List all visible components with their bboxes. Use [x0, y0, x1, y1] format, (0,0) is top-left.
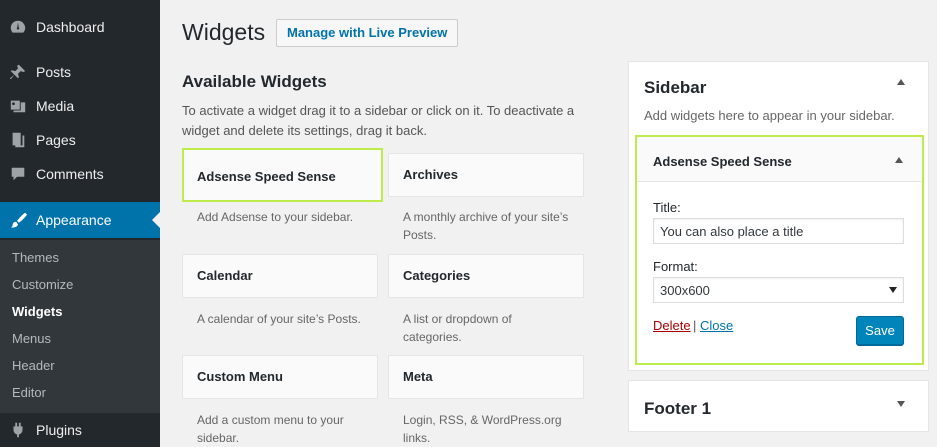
paintbrush-icon	[9, 211, 27, 229]
title-input[interactable]	[653, 218, 904, 244]
link-separator: |	[693, 318, 697, 333]
collapse-arrow-icon[interactable]	[897, 79, 905, 85]
plugin-icon	[9, 421, 27, 439]
widget-description: Login, RSS, & WordPress.org links.	[403, 413, 562, 445]
delete-link[interactable]: Delete	[653, 318, 691, 333]
expand-arrow-icon[interactable]	[897, 401, 905, 407]
widget-meta[interactable]: Meta	[388, 355, 584, 399]
widget-adsense-speed-sense[interactable]: Adsense Speed Sense	[182, 148, 383, 202]
appearance-submenu: Themes Customize Widgets Menus Header Ed…	[0, 240, 160, 413]
submenu-item-customize[interactable]: Customize	[12, 277, 73, 292]
adsense-widget-panel: Adsense Speed Sense Title: Format: 300x6…	[635, 135, 924, 365]
format-select[interactable]: 300x600	[653, 277, 904, 303]
widget-description: Add Adsense to your sidebar.	[197, 210, 354, 224]
menu-label: Appearance	[36, 212, 112, 228]
page-title: Widgets	[182, 19, 266, 45]
format-selected-value: 300x600	[660, 282, 710, 298]
admin-menu: Dashboard Posts Media Pages Comments App…	[0, 0, 160, 447]
comment-icon	[9, 165, 27, 183]
close-link[interactable]: Close	[700, 318, 733, 333]
menu-label: Pages	[36, 132, 76, 148]
sidebar-area-title[interactable]: Sidebar	[644, 78, 706, 98]
submenu-item-editor[interactable]: Editor	[12, 385, 46, 400]
widget-panel-title: Adsense Speed Sense	[653, 154, 792, 169]
available-widgets-title: Available Widgets	[182, 72, 327, 91]
sidebar-widget-area: Sidebar Add widgets here to appear in yo…	[628, 61, 929, 371]
menu-item-appearance[interactable]: Appearance	[0, 202, 160, 238]
menu-item-posts[interactable]: Posts	[0, 55, 160, 89]
media-icon	[9, 97, 27, 115]
widget-archives[interactable]: Archives	[388, 153, 584, 197]
menu-label: Posts	[36, 64, 72, 80]
sidebar-area-description: Add widgets here to appear in your sideb…	[644, 108, 895, 123]
save-button[interactable]: Save	[856, 316, 904, 345]
pages-icon	[9, 131, 27, 149]
pin-icon	[9, 63, 27, 81]
available-widgets-description: To activate a widget drag it to a sideba…	[182, 103, 575, 138]
title-field-label: Title:	[653, 200, 681, 215]
menu-item-media[interactable]: Media	[0, 89, 160, 123]
widget-custom-menu[interactable]: Custom Menu	[182, 355, 378, 399]
dropdown-arrow-icon	[889, 287, 897, 293]
footer-area-title: Footer 1	[644, 399, 712, 418]
submenu-item-widgets[interactable]: Widgets	[12, 304, 62, 319]
dashboard-icon	[9, 18, 27, 36]
menu-label: Comments	[36, 166, 104, 182]
menu-item-comments[interactable]: Comments	[0, 157, 160, 191]
widget-categories[interactable]: Categories	[388, 254, 584, 298]
widget-description: A calendar of your site’s Posts.	[197, 312, 361, 326]
widget-description: A list or dropdown of categories.	[403, 312, 512, 344]
submenu-item-header[interactable]: Header	[12, 358, 55, 373]
format-field-label: Format:	[653, 259, 698, 274]
collapse-arrow-icon[interactable]	[895, 157, 903, 163]
menu-item-dashboard[interactable]: Dashboard	[0, 10, 160, 44]
widget-panel-header[interactable]: Adsense Speed Sense	[637, 137, 922, 182]
widget-calendar[interactable]: Calendar	[182, 254, 378, 298]
manage-live-preview-button[interactable]: Manage with Live Preview	[276, 19, 459, 47]
submenu-item-menus[interactable]: Menus	[12, 331, 51, 346]
menu-item-pages[interactable]: Pages	[0, 123, 160, 157]
submenu-item-themes[interactable]: Themes	[12, 250, 59, 265]
menu-item-plugins[interactable]: Plugins	[0, 413, 160, 447]
footer-widget-area[interactable]: Footer 1	[628, 380, 929, 432]
widget-description: A monthly archive of your site’s Posts.	[403, 210, 569, 242]
widget-description: Add a custom menu to your sidebar.	[197, 413, 344, 445]
menu-label: Media	[36, 98, 75, 114]
menu-label: Dashboard	[36, 19, 105, 35]
menu-label: Plugins	[36, 422, 82, 438]
